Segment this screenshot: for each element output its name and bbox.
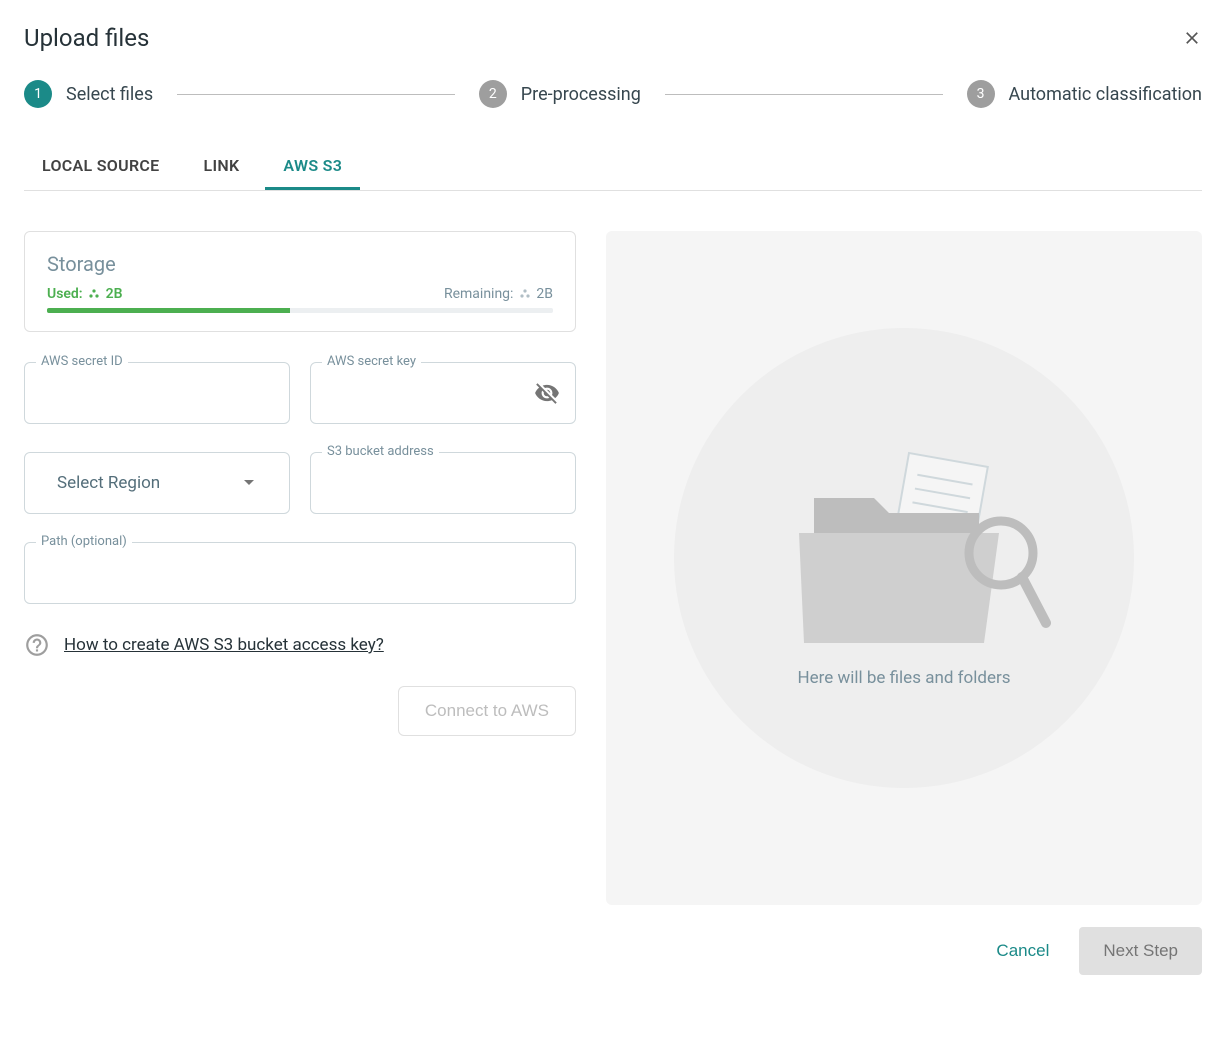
folder-search-icon bbox=[754, 443, 1054, 673]
step-automatic-classification[interactable]: 3 Automatic classification bbox=[967, 80, 1202, 108]
storage-card: Storage Used: 2B Remaining: 2B bbox=[24, 231, 576, 332]
storage-progress bbox=[47, 308, 553, 313]
s3-bucket-field: S3 bucket address bbox=[310, 452, 576, 514]
visibility-off-icon[interactable] bbox=[534, 380, 560, 406]
step-number: 2 bbox=[479, 80, 507, 108]
s3-bucket-input[interactable] bbox=[310, 452, 576, 514]
field-label: S3 bucket address bbox=[322, 444, 439, 459]
page-title: Upload files bbox=[24, 24, 149, 52]
storage-dots-icon bbox=[88, 289, 100, 299]
aws-secret-id-field: AWS secret ID bbox=[24, 362, 290, 424]
tab-local-source[interactable]: LOCAL SOURCE bbox=[24, 144, 178, 190]
help-icon bbox=[24, 632, 50, 658]
tab-aws-s3[interactable]: AWS S3 bbox=[265, 144, 360, 190]
storage-used: Used: 2B bbox=[47, 286, 122, 302]
aws-secret-key-field: AWS secret key bbox=[310, 362, 576, 424]
region-placeholder: Select Region bbox=[41, 473, 160, 493]
step-divider bbox=[177, 94, 455, 95]
path-input[interactable] bbox=[24, 542, 576, 604]
field-label: Path (optional) bbox=[36, 534, 132, 549]
aws-secret-id-input[interactable] bbox=[24, 362, 290, 424]
stepper: 1 Select files 2 Pre-processing 3 Automa… bbox=[24, 80, 1202, 108]
step-label: Select files bbox=[66, 84, 153, 105]
storage-title: Storage bbox=[47, 252, 553, 276]
field-label: AWS secret ID bbox=[36, 354, 128, 369]
step-label: Automatic classification bbox=[1009, 84, 1202, 105]
connect-to-aws-button[interactable]: Connect to AWS bbox=[398, 686, 576, 736]
tab-link[interactable]: LINK bbox=[186, 144, 258, 190]
field-label: AWS secret key bbox=[322, 354, 421, 369]
step-label: Pre-processing bbox=[521, 84, 641, 105]
chevron-down-icon bbox=[243, 479, 255, 487]
file-preview-panel: Here will be files and folders bbox=[606, 231, 1202, 905]
region-select[interactable]: Select Region bbox=[24, 452, 290, 514]
region-select-field: Select Region bbox=[24, 452, 290, 514]
step-select-files[interactable]: 1 Select files bbox=[24, 80, 153, 108]
step-number: 1 bbox=[24, 80, 52, 108]
step-divider bbox=[665, 94, 943, 95]
cancel-button[interactable]: Cancel bbox=[986, 929, 1059, 973]
path-field: Path (optional) bbox=[24, 542, 576, 604]
step-pre-processing[interactable]: 2 Pre-processing bbox=[479, 80, 641, 108]
preview-placeholder-graphic bbox=[674, 328, 1134, 788]
storage-dots-icon bbox=[519, 289, 531, 299]
help-link[interactable]: How to create AWS S3 bucket access key? bbox=[64, 635, 384, 655]
preview-placeholder-text: Here will be files and folders bbox=[797, 668, 1010, 688]
source-tabs: LOCAL SOURCE LINK AWS S3 bbox=[24, 144, 1202, 191]
next-step-button[interactable]: Next Step bbox=[1079, 927, 1202, 975]
step-number: 3 bbox=[967, 80, 995, 108]
close-icon[interactable] bbox=[1182, 28, 1202, 48]
storage-remaining: Remaining: 2B bbox=[444, 286, 553, 302]
